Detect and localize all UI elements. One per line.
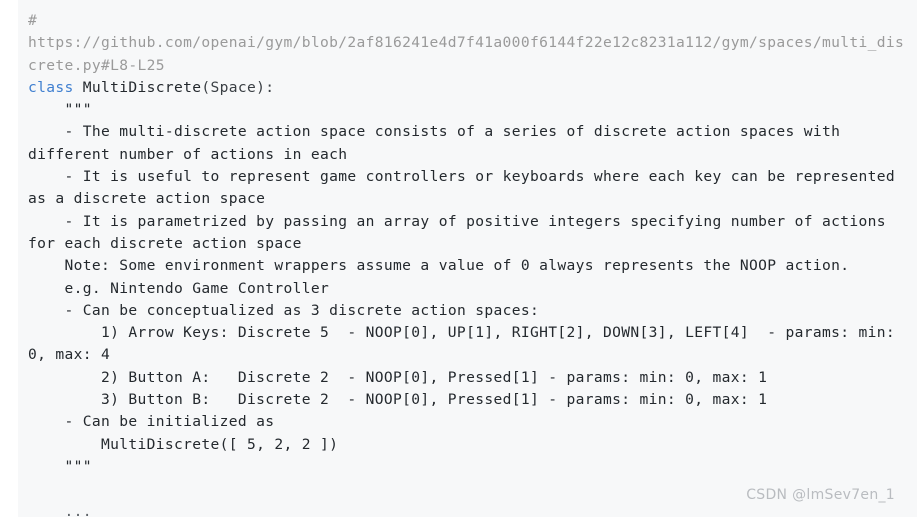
line-doc-1: - The multi-discrete action space consis… [18,121,917,166]
code-block[interactable]: # https://github.com/openai/gym/blob/2af… [18,0,917,517]
token-docstring: """ [28,457,92,475]
token-docstring: - Can be conceptualized as 3 discrete ac… [28,301,540,319]
token-docstring: 3) Button B: Discrete 2 - NOOP[0], Press… [28,391,768,409]
line-doc-arrow-keys: 1) Arrow Keys: Discrete 5 - NOOP[0], UP[… [18,322,917,367]
token-docstring: Note: Some environment wrappers assume a… [28,257,850,275]
line-doc-2: - It is useful to represent game control… [18,166,917,211]
token-docstring: 1) Arrow Keys: Discrete 5 - NOOP[0], UP[… [28,324,905,364]
token-docstring: - It is parametrized by passing an array… [28,212,896,252]
csdn-watermark: CSDN @lmSev7en_1 [746,487,895,503]
token-docstring: - It is useful to represent game control… [28,168,905,208]
token-comment: # https://github.com/openai/gym/blob/2af… [28,12,905,74]
line-doc-init: - Can be initialized as [18,411,917,433]
token-class_name: MultiDiscrete [82,78,202,96]
line-doc-init-call: MultiDiscrete([ 5, 2, 2 ]) [18,434,917,456]
line-doc-button-a: 2) Button A: Discrete 2 - NOOP[0], Press… [18,367,917,389]
token-docstring: - Can be initialized as [28,413,275,431]
line-class-def: class MultiDiscrete(Space): [18,77,917,99]
line-doc-eg: e.g. Nintendo Game Controller [18,278,917,300]
token-docstring: MultiDiscrete([ 5, 2, 2 ]) [28,435,339,453]
line-comment-url: # https://github.com/openai/gym/blob/2af… [18,10,917,77]
line-doc-note: Note: Some environment wrappers assume a… [18,255,917,277]
line-docstring-open: """ [18,99,917,121]
token-plain: (Space): [201,78,275,96]
token-docstring: """ [28,101,92,119]
line-doc-button-b: 3) Button B: Discrete 2 - NOOP[0], Press… [18,389,917,411]
token-docstring: 2) Button A: Discrete 2 - NOOP[0], Press… [28,368,768,386]
code-snippet-viewer: # https://github.com/openai/gym/blob/2af… [0,0,917,517]
line-docstring-close: """ [18,456,917,478]
line-ellipsis: ... [18,501,917,517]
code-line-list: # https://github.com/openai/gym/blob/2af… [18,10,917,517]
token-docstring: - The multi-discrete action space consis… [28,123,850,163]
token-docstring: e.g. Nintendo Game Controller [28,279,330,297]
line-doc-3: - It is parametrized by passing an array… [18,211,917,256]
token-ellipsis: ... [28,502,92,517]
token-keyword: class [28,78,83,96]
line-doc-concept: - Can be conceptualized as 3 discrete ac… [18,300,917,322]
